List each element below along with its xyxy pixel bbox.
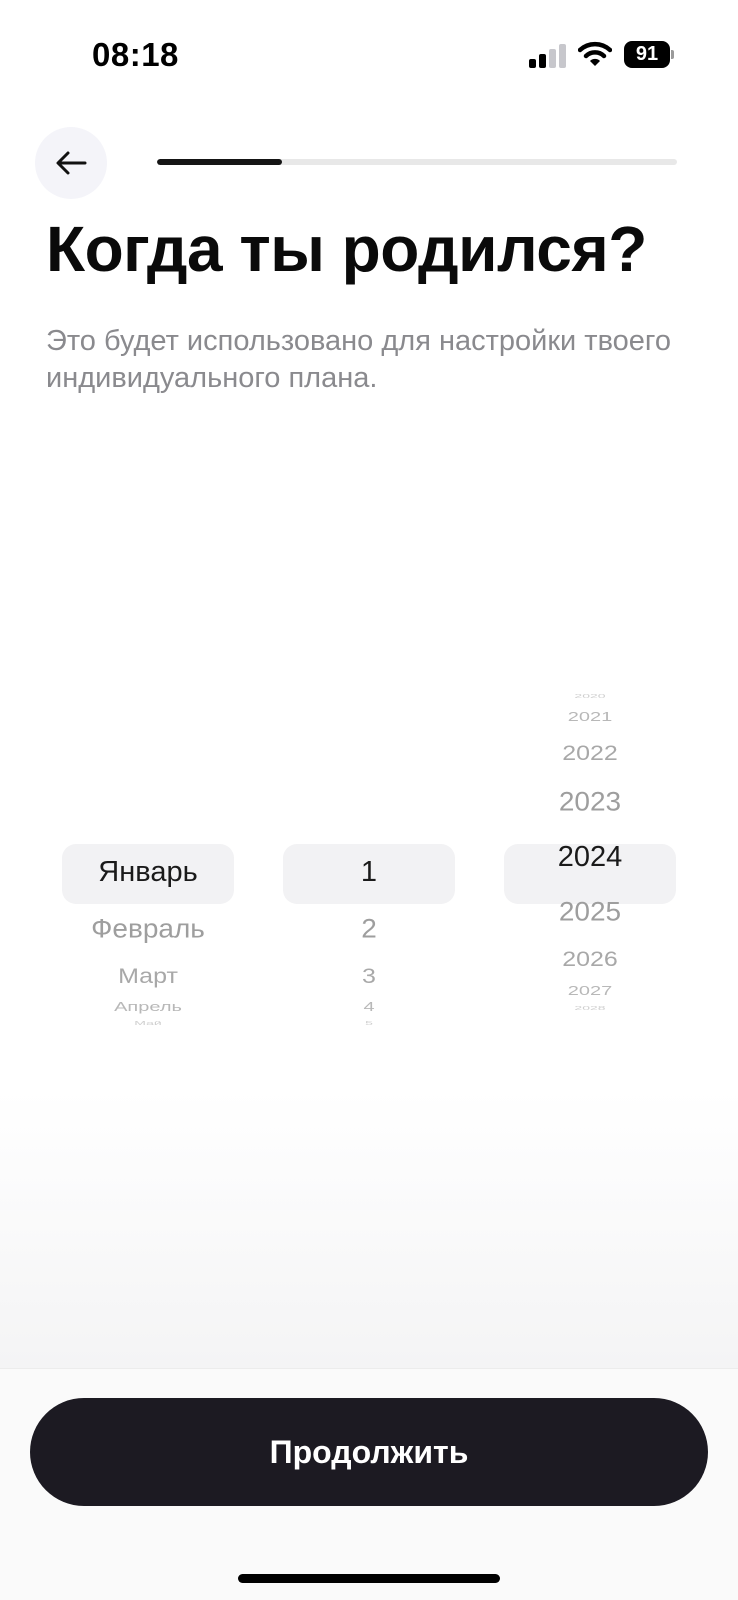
status-bar: 08:18 91 — [0, 0, 738, 110]
birth-date-picker[interactable]: Январь Февраль Март Апрель Май 1 2 3 4 5… — [0, 690, 738, 1040]
onboarding-progress-bar — [157, 159, 677, 165]
month-option[interactable]: Май — [58, 1020, 238, 1026]
progress-fill — [157, 159, 282, 165]
month-option-selected[interactable]: Январь — [58, 856, 238, 889]
year-option[interactable]: 2021 — [500, 710, 680, 725]
day-option[interactable]: 2 — [279, 914, 459, 944]
month-option[interactable]: Февраль — [58, 914, 238, 944]
year-option[interactable]: 2028 — [500, 1005, 680, 1011]
year-option-selected[interactable]: 2024 — [500, 841, 680, 874]
day-option[interactable]: 3 — [279, 964, 459, 989]
day-option[interactable]: 4 — [279, 1000, 459, 1015]
year-option[interactable]: 2027 — [500, 984, 680, 999]
year-option[interactable]: 2023 — [500, 787, 680, 817]
wifi-icon — [578, 41, 612, 66]
year-option[interactable]: 2025 — [500, 897, 680, 927]
page-subtitle: Это будет использовано для настройки тво… — [46, 325, 671, 394]
year-option[interactable]: 2026 — [500, 947, 680, 972]
page-title: Когда ты родился? — [46, 213, 647, 285]
home-indicator — [238, 1574, 500, 1583]
status-time: 08:18 — [92, 36, 179, 73]
day-option-selected[interactable]: 1 — [279, 856, 459, 889]
month-option[interactable]: Апрель — [58, 1000, 238, 1015]
battery-level: 91 — [624, 41, 670, 68]
year-option[interactable]: 2022 — [500, 741, 680, 766]
month-option[interactable]: Март — [58, 964, 238, 989]
cellular-signal-icon — [529, 44, 569, 68]
back-button[interactable] — [35, 127, 107, 199]
day-option[interactable]: 5 — [279, 1020, 459, 1026]
year-option[interactable]: 2020 — [500, 693, 680, 699]
bottom-gradient — [0, 1090, 738, 1370]
continue-button[interactable]: Продолжить — [30, 1398, 708, 1506]
arrow-left-icon — [56, 151, 87, 175]
battery-icon: 91 — [624, 41, 674, 68]
